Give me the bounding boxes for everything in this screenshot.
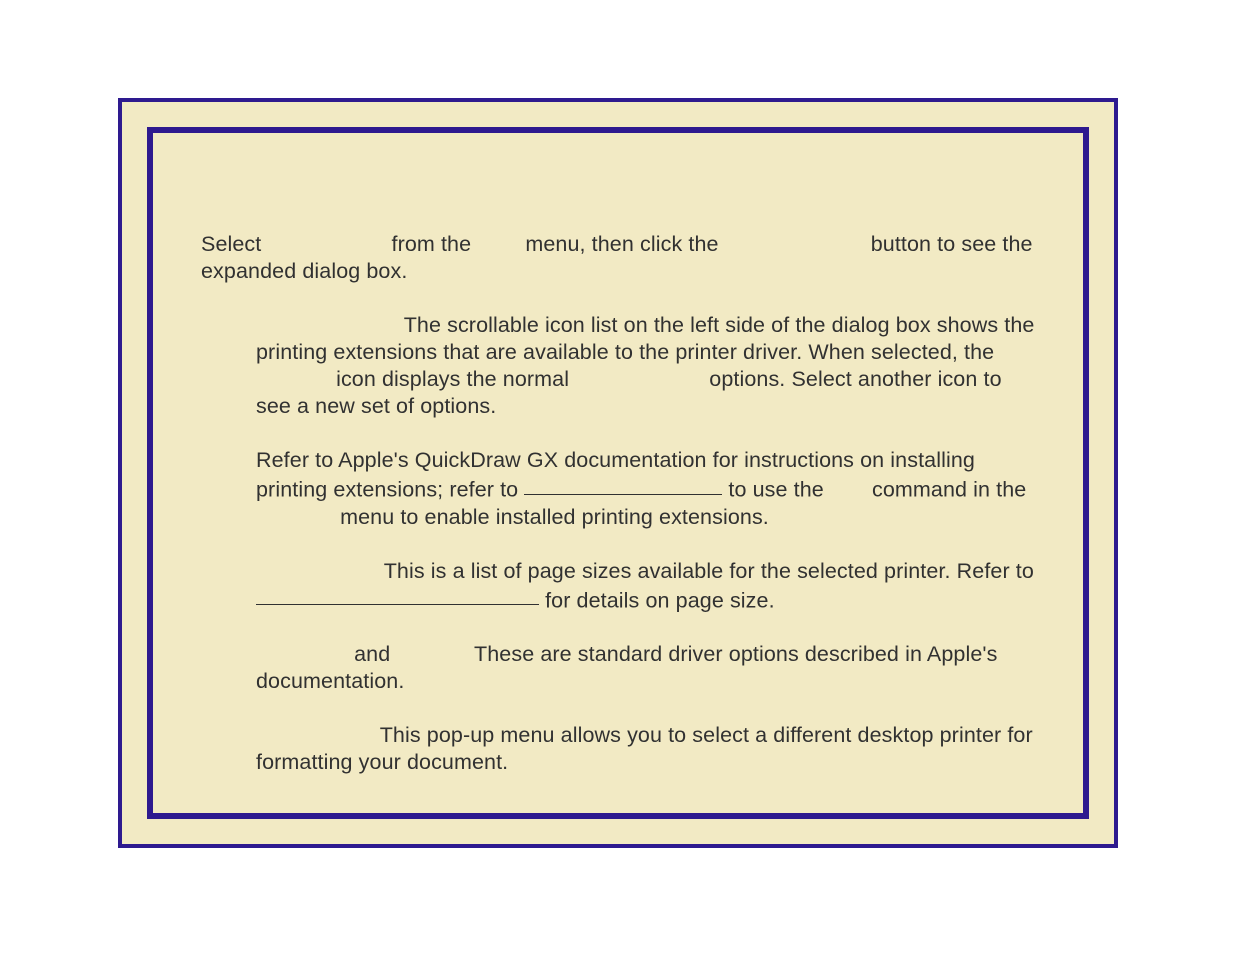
page-outer-frame: Select from the menu, then click the but… xyxy=(118,98,1118,848)
paragraph-6: This pop-up menu allows you to select a … xyxy=(256,722,1035,776)
p3-text-c: command in the xyxy=(872,478,1026,502)
p3-text-b: to use the xyxy=(722,478,830,502)
page-inner-frame: Select from the menu, then click the but… xyxy=(147,127,1089,819)
p5-text-a: and xyxy=(354,642,390,666)
p6-text: This pop-up menu allows you to select a … xyxy=(256,723,1033,774)
paragraph-1: Select from the menu, then click the but… xyxy=(201,231,1035,285)
p2-text-a: The scrollable icon list on the left sid… xyxy=(256,313,1034,364)
paragraph-5: and These are standard driver options de… xyxy=(256,641,1035,695)
p1-text-a: Select xyxy=(201,232,261,256)
blank-line-2 xyxy=(256,583,539,606)
paragraph-2: The scrollable icon list on the left sid… xyxy=(256,312,1035,420)
paragraph-4: This is a list of page sizes available f… xyxy=(256,558,1035,615)
p3-text-d: menu to enable installed printing extens… xyxy=(340,505,769,529)
p1-text-c: menu, then click the xyxy=(525,232,718,256)
p2-text-b: icon displays the normal xyxy=(336,367,569,391)
p1-text-b: from the xyxy=(392,232,472,256)
p4-text-a: This is a list of page sizes available f… xyxy=(384,559,1034,583)
blank-line-1 xyxy=(524,472,722,495)
p4-text-b: for details on page size. xyxy=(539,588,775,612)
paragraph-3: Refer to Apple's QuickDraw GX documentat… xyxy=(256,447,1035,531)
